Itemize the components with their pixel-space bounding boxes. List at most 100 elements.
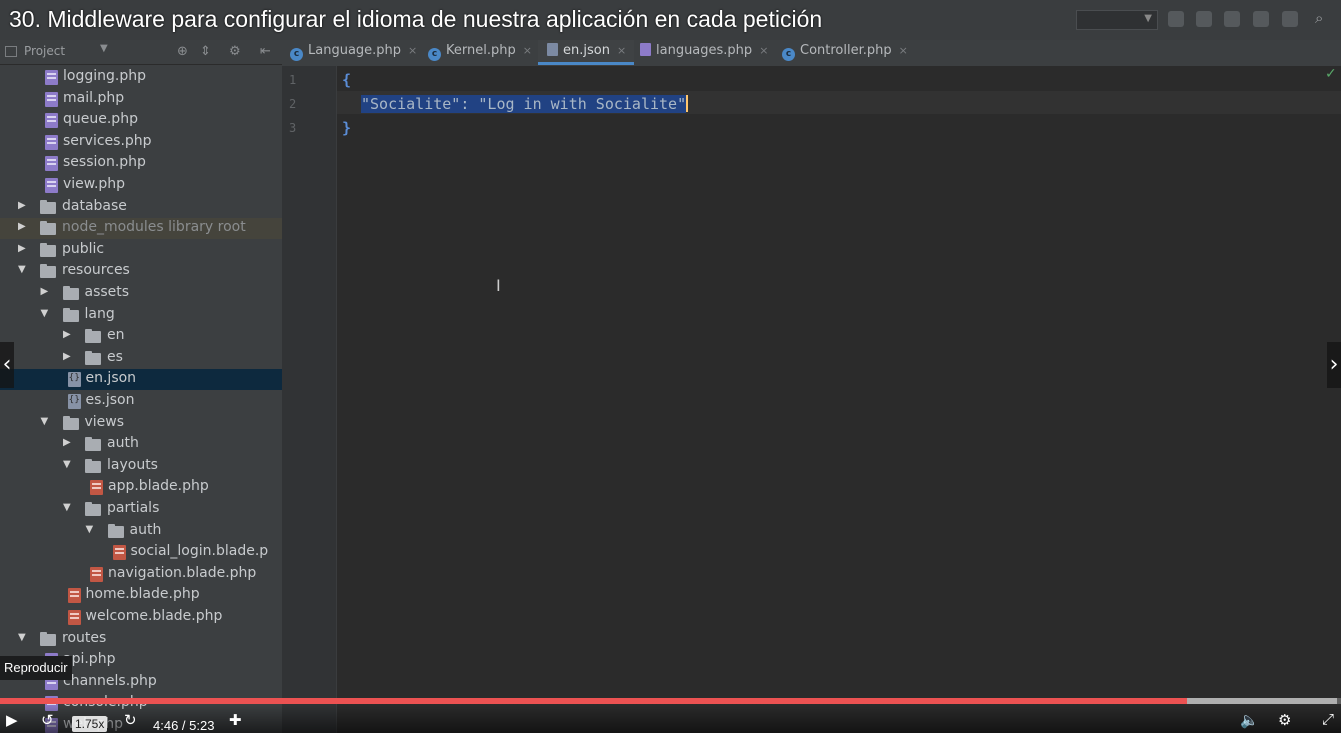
tree-item[interactable]: ▼ views [0,413,282,434]
rewind-icon[interactable]: ↺ [41,711,54,729]
tree-item[interactable]: ▼ routes [0,629,282,650]
expanded-arrow-icon[interactable]: ▼ [63,459,71,470]
tree-item[interactable]: queue.php [0,110,282,131]
progress-played[interactable] [0,698,1187,704]
close-icon[interactable]: × [408,44,417,57]
tree-item[interactable]: ▶ es [0,348,282,369]
tree-item[interactable]: services.php [0,132,282,153]
tree-item[interactable]: ▶ assets [0,283,282,304]
folder-icon [40,242,56,257]
tree-item[interactable]: session.php [0,153,282,174]
fullscreen-icon[interactable]: ⤢ [1322,711,1334,728]
run-icon[interactable] [1168,11,1184,27]
text-cursor-icon: I [496,276,501,295]
folder-icon [62,307,79,322]
collapsed-arrow-icon[interactable]: ▶ [63,351,71,362]
tree-item-label: channels.php [63,672,157,689]
tree-item[interactable]: ▶ auth [0,434,282,455]
vcs-icon[interactable] [1253,11,1269,27]
chevron-down-icon[interactable]: ▼ [100,43,108,54]
expanded-arrow-icon[interactable]: ▼ [86,524,94,535]
tree-item[interactable]: mail.php [0,89,282,110]
close-icon[interactable]: × [523,44,532,57]
expanded-arrow-icon[interactable]: ▼ [41,416,49,427]
tab-controller-php[interactable]: c Controller.php × [782,40,908,65]
tree-item-label: logging.php [63,68,146,84]
collapse-all-icon[interactable]: ⇕ [200,44,211,59]
stop-icon[interactable] [1282,11,1298,27]
tab-language-php[interactable]: c Language.php × [290,40,417,65]
tree-item-label: app.blade.php [108,478,209,495]
tree-item-label: auth [129,521,162,538]
tree-item[interactable]: es.json [0,391,282,412]
tree-item[interactable]: ▼ layouts [0,456,282,477]
tree-item[interactable]: ▶ public [0,240,282,261]
play-icon[interactable]: ▶ [6,711,18,729]
close-icon[interactable]: × [759,44,768,57]
tree-item-label: mail.php [63,89,125,106]
tab-languages-php[interactable]: languages.php × [640,40,768,65]
tree-item-label: services.php [63,132,152,149]
tree-item[interactable]: ▼ resources [0,261,282,282]
tab-kernel-php[interactable]: c Kernel.php × [428,40,532,65]
forward-icon[interactable]: ↻ [124,711,137,729]
blade-file-icon [90,566,103,582]
tree-item[interactable]: welcome.blade.php [0,607,282,628]
run-config-select[interactable]: ▼ [1076,10,1158,30]
code-editor[interactable] [337,66,1341,733]
expanded-arrow-icon[interactable]: ▼ [18,632,26,643]
blade-file-icon [112,545,126,561]
collapsed-arrow-icon[interactable]: ▶ [63,437,71,448]
add-bookmark-icon[interactable]: ✚ [229,711,242,729]
expanded-arrow-icon[interactable]: ▼ [18,264,26,275]
tree-item[interactable]: en.json [0,369,282,391]
tree-item[interactable]: home.blade.php [0,585,282,606]
settings-icon[interactable]: ⚙ [1278,711,1291,729]
gear-icon[interactable]: ⚙ [229,44,241,59]
expanded-arrow-icon[interactable]: ▼ [63,502,71,513]
collapsed-arrow-icon[interactable]: ▶ [63,329,71,340]
tree-item-label: queue.php [63,111,138,128]
debug-icon[interactable] [1196,11,1212,27]
hide-panel-icon[interactable]: ⇤ [260,44,271,59]
tab-label: Controller.php [800,43,892,58]
folder-icon [40,221,56,236]
code-line-1[interactable]: { [342,71,351,89]
tree-item[interactable]: view.php [0,175,282,196]
search-icon[interactable]: ⌕ [1315,9,1323,27]
next-lecture-arrow[interactable]: › [1327,342,1341,388]
tree-item[interactable]: app.blade.php [0,477,282,498]
code-line-3[interactable]: } [342,119,351,137]
tree-item[interactable]: ▼ auth [0,521,282,542]
json-file-icon [67,372,81,388]
tree-item[interactable]: ▶ database [0,197,282,218]
close-icon[interactable]: × [899,44,908,57]
close-icon[interactable]: × [617,44,626,57]
scroll-from-source-icon[interactable]: ⊕ [177,44,188,59]
tree-item[interactable]: logging.php [0,67,282,88]
collapsed-arrow-icon[interactable]: ▶ [18,243,26,254]
project-label[interactable]: Project [24,44,65,58]
class-icon: c [428,48,441,61]
tree-item-label: welcome.blade.php [85,608,223,624]
volume-icon[interactable]: 🔈 [1240,711,1259,729]
class-icon: c [782,48,795,61]
coverage-icon[interactable] [1224,11,1240,27]
tree-item[interactable]: social_login.blade.p [0,542,282,563]
expanded-arrow-icon[interactable]: ▼ [41,308,49,319]
folder-icon [85,437,101,452]
collapsed-arrow-icon[interactable]: ▶ [18,200,26,211]
tree-item[interactable]: ▶ en [0,326,282,347]
collapsed-arrow-icon[interactable]: ▶ [18,221,26,232]
tree-item[interactable]: ▼ partials [0,499,282,520]
tree-item[interactable]: ▶ node_modules library root [0,218,282,240]
code-line-2[interactable]: "Socialite": "Log in with Socialite" [361,95,689,113]
tree-item[interactable]: navigation.blade.php [0,564,282,585]
tree-item-label: partials [107,500,160,516]
playback-speed[interactable]: 1.75x [72,716,108,732]
tab-en-json[interactable]: en.json × [538,40,635,65]
previous-lecture-arrow[interactable]: ‹ [0,342,14,388]
tree-item[interactable]: ▼ lang [0,305,282,326]
folder-icon [85,329,101,344]
collapsed-arrow-icon[interactable]: ▶ [41,286,49,297]
